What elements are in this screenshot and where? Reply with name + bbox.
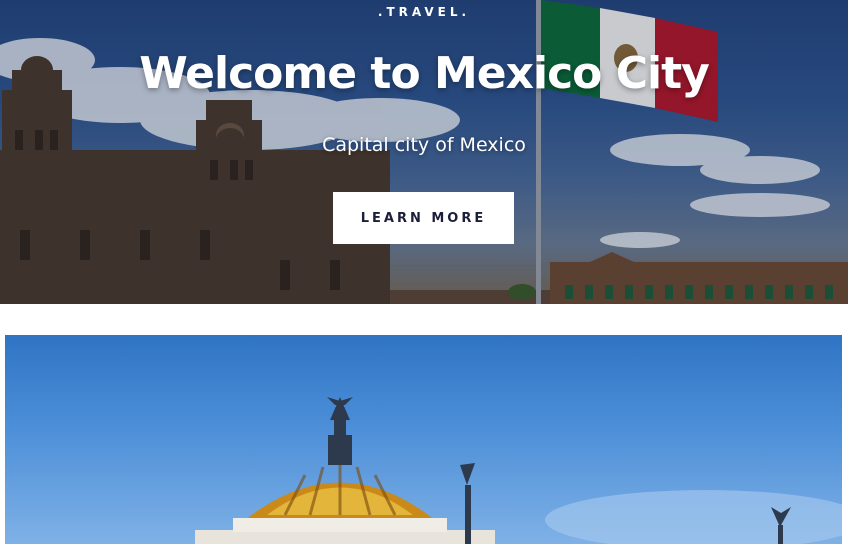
bellas-artes-illustration (195, 397, 842, 544)
learn-more-button[interactable]: LEARN MORE (333, 192, 514, 244)
bellas-artes-image (5, 335, 842, 544)
site-logo[interactable]: .TRAVEL. (0, 5, 848, 19)
hero-title: Welcome to Mexico City (139, 48, 710, 99)
hero-subtitle: Capital city of Mexico (322, 134, 526, 156)
hero-section: .TRAVEL. Welcome to Mexico City Capital … (0, 0, 848, 304)
